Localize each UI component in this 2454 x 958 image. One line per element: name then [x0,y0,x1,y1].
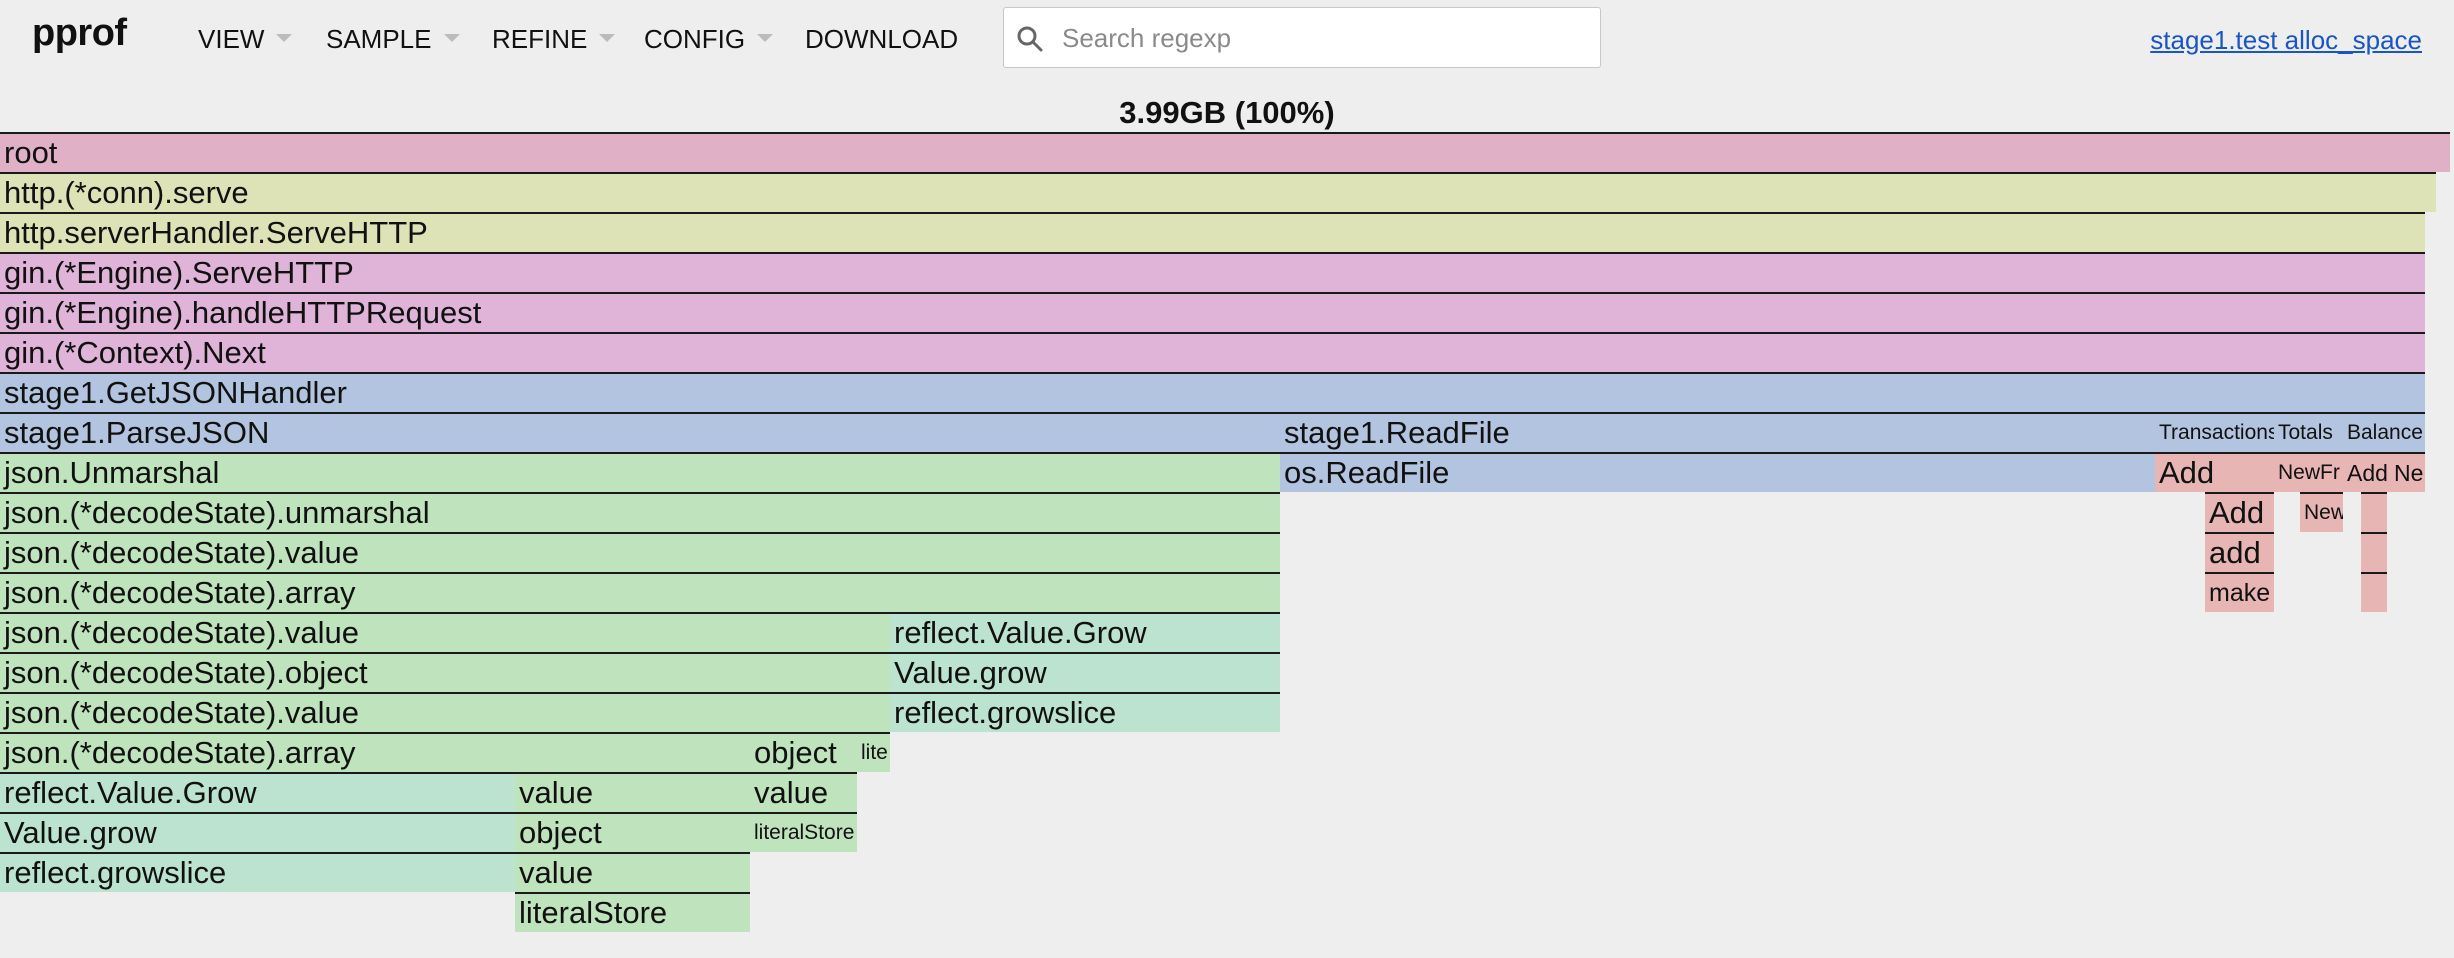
flame-frame[interactable] [2361,492,2387,532]
top-toolbar: pprof VIEW SAMPLE REFINE CONFIG DOWNLOAD… [0,0,2454,80]
flame-frame[interactable]: reflect.Value.Grow [890,612,1280,652]
flame-frame[interactable]: reflect.Value.Grow [0,772,515,812]
menu-refine-label: REFINE [492,24,588,54]
flame-frame[interactable]: json.(*decodeState).value [0,612,890,652]
flame-frame[interactable]: value [750,772,857,812]
flame-frame[interactable]: Add [2155,452,2274,492]
flame-frame[interactable]: Totals [2274,412,2343,452]
flame-frame[interactable]: json.(*decodeState).unmarshal [0,492,1280,532]
flame-frame[interactable]: object [750,732,857,772]
flame-frame[interactable]: literalStore [750,812,857,852]
profile-link[interactable]: stage1.test alloc_space [2150,25,2422,56]
chevron-down-icon [599,34,616,43]
menu-download[interactable]: DOWNLOAD [805,24,958,55]
flame-frame[interactable]: Add [2343,452,2390,492]
flame-frame[interactable]: reflect.growslice [0,852,515,892]
flame-frame[interactable]: gin.(*Context).Next [0,332,2425,372]
flame-frame[interactable]: json.(*decodeState).object [0,652,890,692]
menu-sample-label: SAMPLE [326,24,432,54]
flame-frame[interactable]: json.(*decodeState).array [0,732,750,772]
flame-frame[interactable]: Add [2205,492,2274,532]
flame-frame[interactable]: reflect.growslice [890,692,1280,732]
flame-frame[interactable]: object [515,812,750,852]
flame-frame[interactable]: gin.(*Engine).ServeHTTP [0,252,2425,292]
flame-frame[interactable]: NewFr [2274,452,2343,492]
flame-frame[interactable]: stage1.ParseJSON [0,412,1280,452]
search-icon [1017,26,1043,52]
flame-frame[interactable]: root [0,132,2450,172]
search-input[interactable] [1060,18,1584,58]
flame-frame[interactable]: make [2205,572,2274,612]
flame-frame[interactable]: value [515,772,750,812]
flame-frame[interactable]: New [2300,492,2343,532]
flame-frame[interactable] [2361,572,2387,612]
flame-frame[interactable]: json.(*decodeState).array [0,572,1280,612]
flame-frame[interactable]: json.(*decodeState).value [0,532,1280,572]
flame-frame[interactable]: os.ReadFile [1280,452,2155,492]
flame-frame[interactable]: Value.grow [890,652,1280,692]
flame-frame[interactable]: stage1.GetJSONHandler [0,372,2425,412]
pprof-logo[interactable]: pprof [32,12,127,55]
flamegraph-title: 3.99GB (100%) [1119,95,1335,130]
flame-frame[interactable]: json.Unmarshal [0,452,1280,492]
menu-view-label: VIEW [198,24,265,54]
flame-frame[interactable]: http.(*conn).serve [0,172,2436,212]
chevron-down-icon [757,34,774,43]
flame-frame[interactable]: Value.grow [0,812,515,852]
flame-frame[interactable] [2361,532,2387,572]
menu-config[interactable]: CONFIG [644,24,774,55]
flame-frame[interactable]: Transactions [2155,412,2274,452]
flamegraph: root http.(*conn).serve http.serverHandler… [0,132,2454,958]
chevron-down-icon [443,34,460,43]
flame-frame[interactable]: http.serverHandler.ServeHTTP [0,212,2425,252]
flame-frame[interactable]: literalStore [515,892,750,932]
search-box[interactable] [1003,7,1601,68]
flame-frame[interactable]: stage1.ReadFile [1280,412,2155,452]
menu-sample[interactable]: SAMPLE [326,24,460,55]
menu-refine[interactable]: REFINE [492,24,616,55]
flame-frame[interactable]: add [2205,532,2274,572]
flame-frame[interactable]: value [515,852,750,892]
flame-frame[interactable]: Balance [2343,412,2425,452]
flame-frame[interactable]: json.(*decodeState).value [0,692,890,732]
flame-frame[interactable]: gin.(*Engine).handleHTTPRequest [0,292,2425,332]
menu-config-label: CONFIG [644,24,746,54]
menu-download-label: DOWNLOAD [805,24,959,54]
flame-frame[interactable]: lite [857,732,890,772]
chevron-down-icon [276,34,293,43]
flame-frame[interactable]: Ne [2390,452,2425,492]
menu-view[interactable]: VIEW [198,24,293,55]
